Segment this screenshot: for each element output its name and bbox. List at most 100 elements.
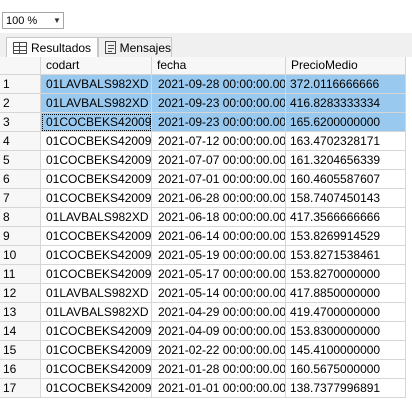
codart-cell[interactable]: 01LAVBALS982XD <box>41 303 152 322</box>
codart-cell[interactable]: 01COCBEKS42009 <box>41 379 152 398</box>
grid-header: codart fecha PrecioMedio <box>0 57 412 75</box>
codart-cell[interactable]: 01COCBEKS42009 <box>41 113 152 132</box>
codart-cell[interactable]: 01COCBEKS42009 <box>41 189 152 208</box>
fecha-cell[interactable]: 2021-06-28 00:00:00.000 <box>152 189 286 208</box>
table-row[interactable]: 5 01COCBEKS42009 2021-07-07 00:00:00.000 16… <box>0 151 412 170</box>
table-row[interactable]: 16 01COCBEKS42009 2021-01-28 00:00:00.000 1… <box>0 360 412 379</box>
preciomedio-cell[interactable]: 417.8850000000 <box>286 284 406 303</box>
table-row[interactable]: 3 01COCBEKS42009 2021-09-23 00:00:00.000 16… <box>0 113 412 132</box>
row-number-cell[interactable]: 8 <box>0 208 41 227</box>
row-number-cell[interactable]: 16 <box>0 360 41 379</box>
codart-cell[interactable]: 01COCBEKS42009 <box>41 360 152 379</box>
preciomedio-cell[interactable]: 417.3566666666 <box>286 208 406 227</box>
row-number-cell[interactable]: 14 <box>0 322 41 341</box>
fecha-cell[interactable]: 2021-06-14 00:00:00.000 <box>152 227 286 246</box>
preciomedio-cell[interactable]: 161.3204656339 <box>286 151 406 170</box>
table-row[interactable]: 10 01COCBEKS42009 2021-05-19 00:00:00.000 1… <box>0 246 412 265</box>
codart-cell[interactable]: 01COCBEKS42009 <box>41 341 152 360</box>
codart-cell[interactable]: 01LAVBALS982XD <box>41 75 152 94</box>
table-row[interactable]: 14 01COCBEKS42009 2021-04-09 00:00:00.000 1… <box>0 322 412 341</box>
codart-cell[interactable]: 01COCBEKS42009 <box>41 170 152 189</box>
preciomedio-cell[interactable]: 153.8269914529 <box>286 227 406 246</box>
row-number-cell[interactable]: 10 <box>0 246 41 265</box>
codart-cell[interactable]: 01COCBEKS42009 <box>41 227 152 246</box>
messages-icon <box>105 41 116 54</box>
preciomedio-cell[interactable]: 153.8270000000 <box>286 265 406 284</box>
table-row[interactable]: 6 01COCBEKS42009 2021-07-01 00:00:00.000 16… <box>0 170 412 189</box>
table-row[interactable]: 17 01COCBEKS42009 2021-01-01 00:00:00.000 1… <box>0 379 412 398</box>
zoom-dropdown[interactable]: 100 % ▼ <box>2 12 64 29</box>
fecha-cell[interactable]: 2021-09-23 00:00:00.000 <box>152 113 286 132</box>
preciomedio-cell[interactable]: 160.4605587607 <box>286 170 406 189</box>
row-number-cell[interactable]: 4 <box>0 132 41 151</box>
table-row[interactable]: 11 01COCBEKS42009 2021-05-17 00:00:00.000 1… <box>0 265 412 284</box>
tab-label: Resultados <box>31 41 92 55</box>
codart-cell[interactable]: 01COCBEKS42009 <box>41 246 152 265</box>
preciomedio-cell[interactable]: 158.7407450143 <box>286 189 406 208</box>
results-grid[interactable]: codart fecha PrecioMedio 1 01LAVBALS982XD… <box>0 57 412 412</box>
fecha-cell[interactable]: 2021-05-14 00:00:00.000 <box>152 284 286 303</box>
row-number-cell[interactable]: 17 <box>0 379 41 398</box>
table-row[interactable]: 13 01LAVBALS982XD 2021-04-29 00:00:00.000 4… <box>0 303 412 322</box>
results-grid-icon <box>13 42 27 54</box>
table-row[interactable]: 12 01LAVBALS982XD 2021-05-14 00:00:00.000 4… <box>0 284 412 303</box>
codart-cell[interactable]: 01LAVBALS982XD <box>41 94 152 113</box>
fecha-cell[interactable]: 2021-07-07 00:00:00.000 <box>152 151 286 170</box>
codart-cell[interactable]: 01LAVBALS982XD <box>41 284 152 303</box>
preciomedio-cell[interactable]: 416.8283333334 <box>286 94 406 113</box>
row-number-cell[interactable]: 2 <box>0 94 41 113</box>
row-number-cell[interactable]: 15 <box>0 341 41 360</box>
fecha-cell[interactable]: 2021-02-22 00:00:00.000 <box>152 341 286 360</box>
table-row[interactable]: 9 01COCBEKS42009 2021-06-14 00:00:00.000 15… <box>0 227 412 246</box>
row-number-cell[interactable]: 3 <box>0 113 41 132</box>
preciomedio-cell[interactable]: 153.8271538461 <box>286 246 406 265</box>
fecha-cell[interactable]: 2021-09-28 00:00:00.000 <box>152 75 286 94</box>
row-number-cell[interactable]: 6 <box>0 170 41 189</box>
table-row[interactable]: 2 01LAVBALS982XD 2021-09-23 00:00:00.000 41… <box>0 94 412 113</box>
codart-cell[interactable]: 01COCBEKS42009 <box>41 322 152 341</box>
row-number-cell[interactable]: 11 <box>0 265 41 284</box>
codart-cell[interactable]: 01COCBEKS42009 <box>41 151 152 170</box>
codart-cell[interactable]: 01COCBEKS42009 <box>41 265 152 284</box>
preciomedio-cell[interactable]: 160.5675000000 <box>286 360 406 379</box>
codart-cell[interactable]: 01LAVBALS982XD <box>41 208 152 227</box>
row-number-header[interactable] <box>0 57 41 75</box>
row-number-cell[interactable]: 5 <box>0 151 41 170</box>
preciomedio-cell[interactable]: 163.4702328171 <box>286 132 406 151</box>
row-number-cell[interactable]: 12 <box>0 284 41 303</box>
table-row[interactable]: 1 01LAVBALS982XD 2021-09-28 00:00:00.000 37… <box>0 75 412 94</box>
fecha-cell[interactable]: 2021-05-19 00:00:00.000 <box>152 246 286 265</box>
tab-mensajes[interactable]: Mensajes <box>98 37 172 57</box>
preciomedio-cell[interactable]: 372.0116666666 <box>286 75 406 94</box>
tab-resultados[interactable]: Resultados <box>6 37 98 58</box>
column-header-preciomedio[interactable]: PrecioMedio <box>286 57 406 75</box>
column-header-codart[interactable]: codart <box>41 57 152 75</box>
zoom-value: 100 % <box>6 14 38 27</box>
row-number-cell[interactable]: 13 <box>0 303 41 322</box>
fecha-cell[interactable]: 2021-05-17 00:00:00.000 <box>152 265 286 284</box>
fecha-cell[interactable]: 2021-07-01 00:00:00.000 <box>152 170 286 189</box>
codart-cell[interactable]: 01COCBEKS42009 <box>41 132 152 151</box>
preciomedio-cell[interactable]: 153.8300000000 <box>286 322 406 341</box>
fecha-cell[interactable]: 2021-04-29 00:00:00.000 <box>152 303 286 322</box>
preciomedio-cell[interactable]: 165.6200000000 <box>286 113 406 132</box>
table-row[interactable]: 8 01LAVBALS982XD 2021-06-18 00:00:00.000 41… <box>0 208 412 227</box>
row-number-cell[interactable]: 7 <box>0 189 41 208</box>
chevron-down-icon[interactable]: ▼ <box>51 16 63 25</box>
tab-label: Mensajes <box>119 40 171 55</box>
table-row[interactable]: 7 01COCBEKS42009 2021-06-28 00:00:00.000 15… <box>0 189 412 208</box>
table-row[interactable]: 4 01COCBEKS42009 2021-07-12 00:00:00.000 16… <box>0 132 412 151</box>
row-number-cell[interactable]: 1 <box>0 75 41 94</box>
preciomedio-cell[interactable]: 145.4100000000 <box>286 341 406 360</box>
preciomedio-cell[interactable]: 138.7377996891 <box>286 379 406 398</box>
fecha-cell[interactable]: 2021-01-01 00:00:00.000 <box>152 379 286 398</box>
fecha-cell[interactable]: 2021-06-18 00:00:00.000 <box>152 208 286 227</box>
fecha-cell[interactable]: 2021-09-23 00:00:00.000 <box>152 94 286 113</box>
preciomedio-cell[interactable]: 419.4700000000 <box>286 303 406 322</box>
fecha-cell[interactable]: 2021-01-28 00:00:00.000 <box>152 360 286 379</box>
table-row[interactable]: 15 01COCBEKS42009 2021-02-22 00:00:00.000 1… <box>0 341 412 360</box>
column-header-fecha[interactable]: fecha <box>152 57 286 75</box>
row-number-cell[interactable]: 9 <box>0 227 41 246</box>
fecha-cell[interactable]: 2021-04-09 00:00:00.000 <box>152 322 286 341</box>
fecha-cell[interactable]: 2021-07-12 00:00:00.000 <box>152 132 286 151</box>
